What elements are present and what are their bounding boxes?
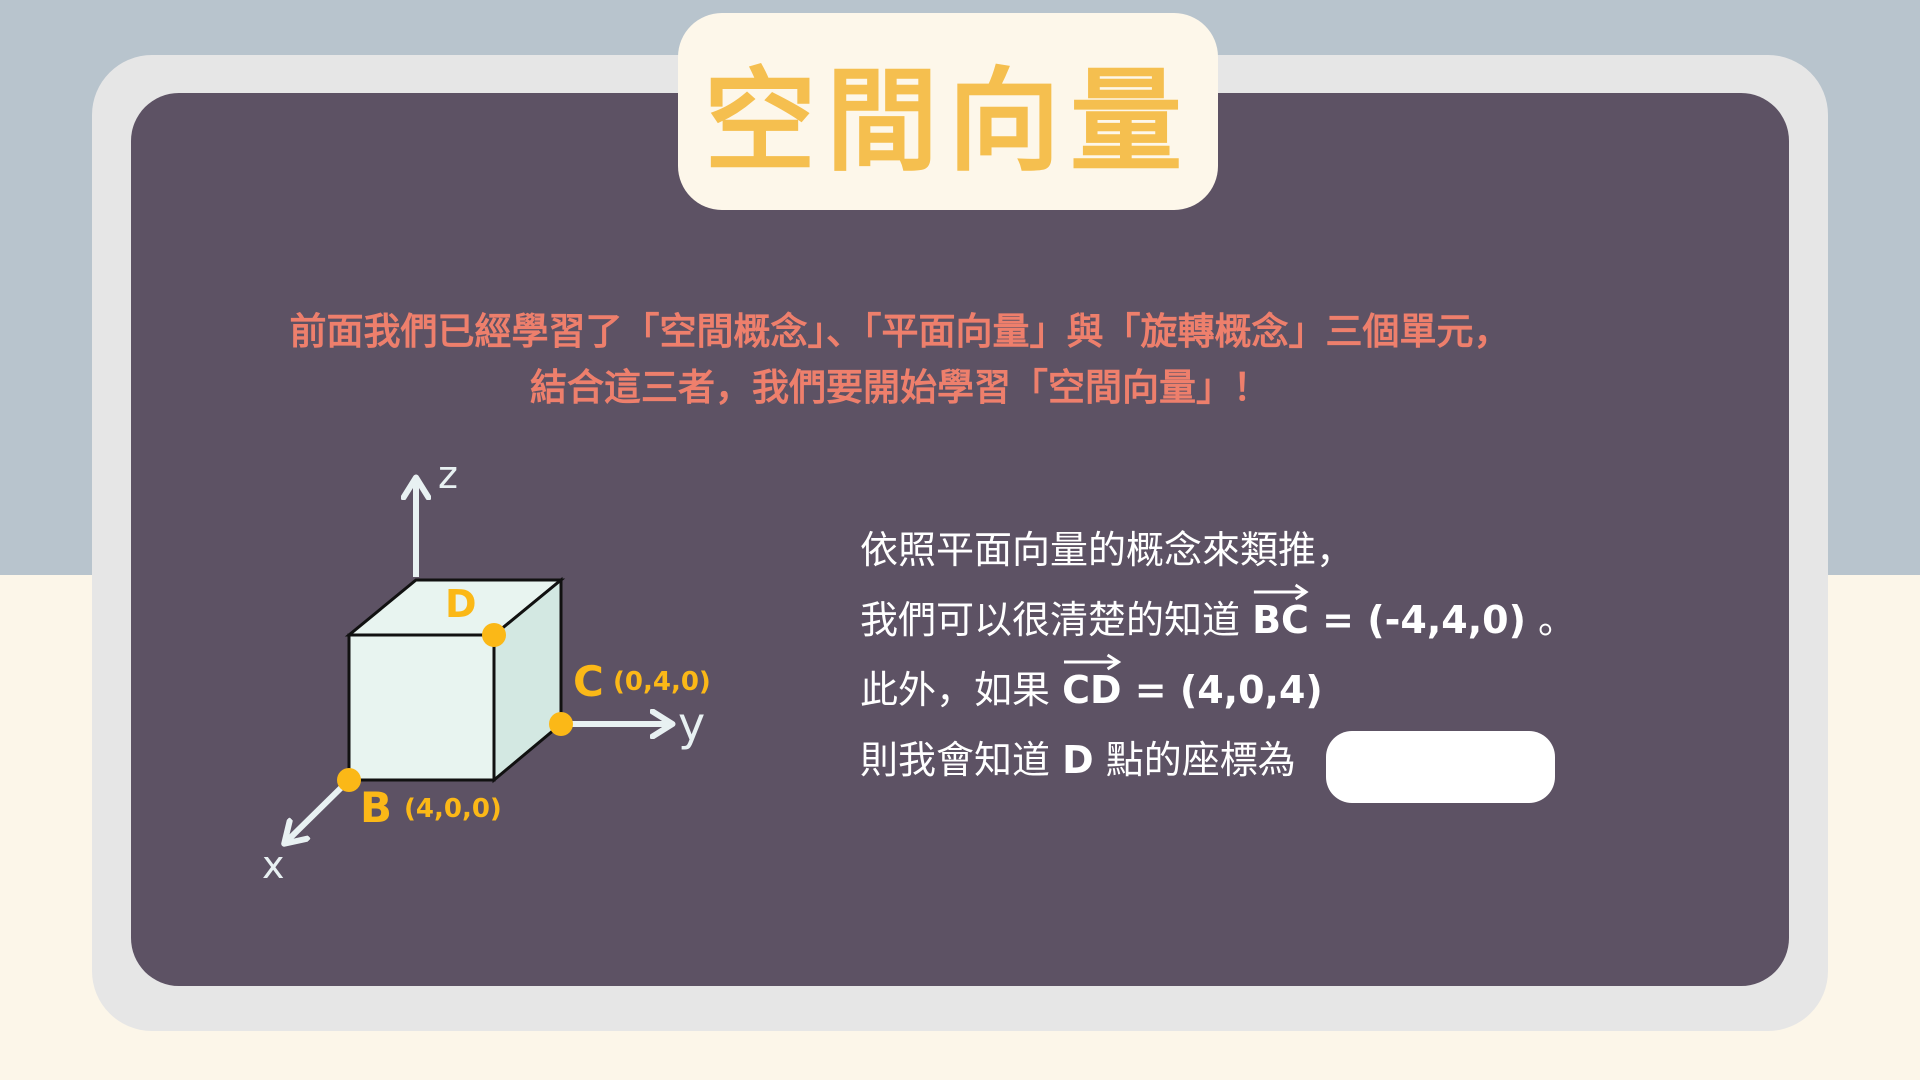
y-axis-label: y xyxy=(678,697,705,751)
line3-prefix: 此外，如果 xyxy=(860,668,1063,712)
point-c-label: C xyxy=(573,657,604,706)
line4-prefix: 則我會知道 xyxy=(860,738,1063,782)
x-axis-label: x xyxy=(262,843,285,887)
explanation-line-3: 此外，如果 CD = (4,0,4) xyxy=(860,653,1323,720)
intro-text: 前面我們已經學習了「空間概念」、「平面向量」與「旋轉概念」三個單元， 結合這三者… xyxy=(150,304,1650,416)
point-b-label: B xyxy=(360,783,392,832)
page-title: 空間向量 xyxy=(704,56,1192,187)
explanation-line-4: 則我會知道 D 點的座標為 xyxy=(860,730,1296,790)
cube-diagram: z y x D C (0,4,0) B (4,0,0) xyxy=(262,453,711,887)
explanation-line-1-text: 依照平面向量的概念來類推， xyxy=(860,528,1355,572)
explanation-line-1: 依照平面向量的概念來類推， xyxy=(860,520,1354,580)
vector-cd-value: = (4,0,4) xyxy=(1121,668,1323,712)
explanation-line-2: 我們可以很清楚的知道 BC = (-4,4,0) 。 xyxy=(860,583,1577,650)
point-c-coord: (0,4,0) xyxy=(613,667,711,697)
line2-suffix: 。 xyxy=(1525,598,1577,642)
line4-suffix: 點的座標為 xyxy=(1093,738,1296,782)
x-axis xyxy=(286,777,352,842)
vector-cd: CD xyxy=(1062,653,1122,720)
vector-arrow-icon xyxy=(1064,653,1122,671)
vector-arrow-icon xyxy=(1253,583,1309,601)
point-d-ref: D xyxy=(1062,738,1094,782)
cube-front-face xyxy=(347,633,496,782)
intro-line-1: 前面我們已經學習了「空間概念」、「平面向量」與「旋轉概念」三個單元， xyxy=(289,310,1511,353)
vector-bc-label: BC xyxy=(1252,598,1309,642)
vector-cd-label: CD xyxy=(1062,668,1122,712)
intro-line-2: 結合這三者，我們要開始學習「空間向量」！ xyxy=(530,366,1270,409)
point-b-coord: (4,0,0) xyxy=(404,794,502,824)
title-card: 空間向量 xyxy=(678,13,1218,210)
vector-bc-value: = (-4,4,0) xyxy=(1308,598,1526,642)
answer-box[interactable] xyxy=(1326,731,1555,803)
point-c xyxy=(549,712,573,736)
point-d-label: D xyxy=(445,582,477,626)
point-b xyxy=(337,768,361,792)
z-axis-label: z xyxy=(438,453,458,497)
point-d xyxy=(482,623,506,647)
line2-prefix: 我們可以很清楚的知道 xyxy=(860,598,1253,642)
vector-bc: BC xyxy=(1252,583,1309,650)
